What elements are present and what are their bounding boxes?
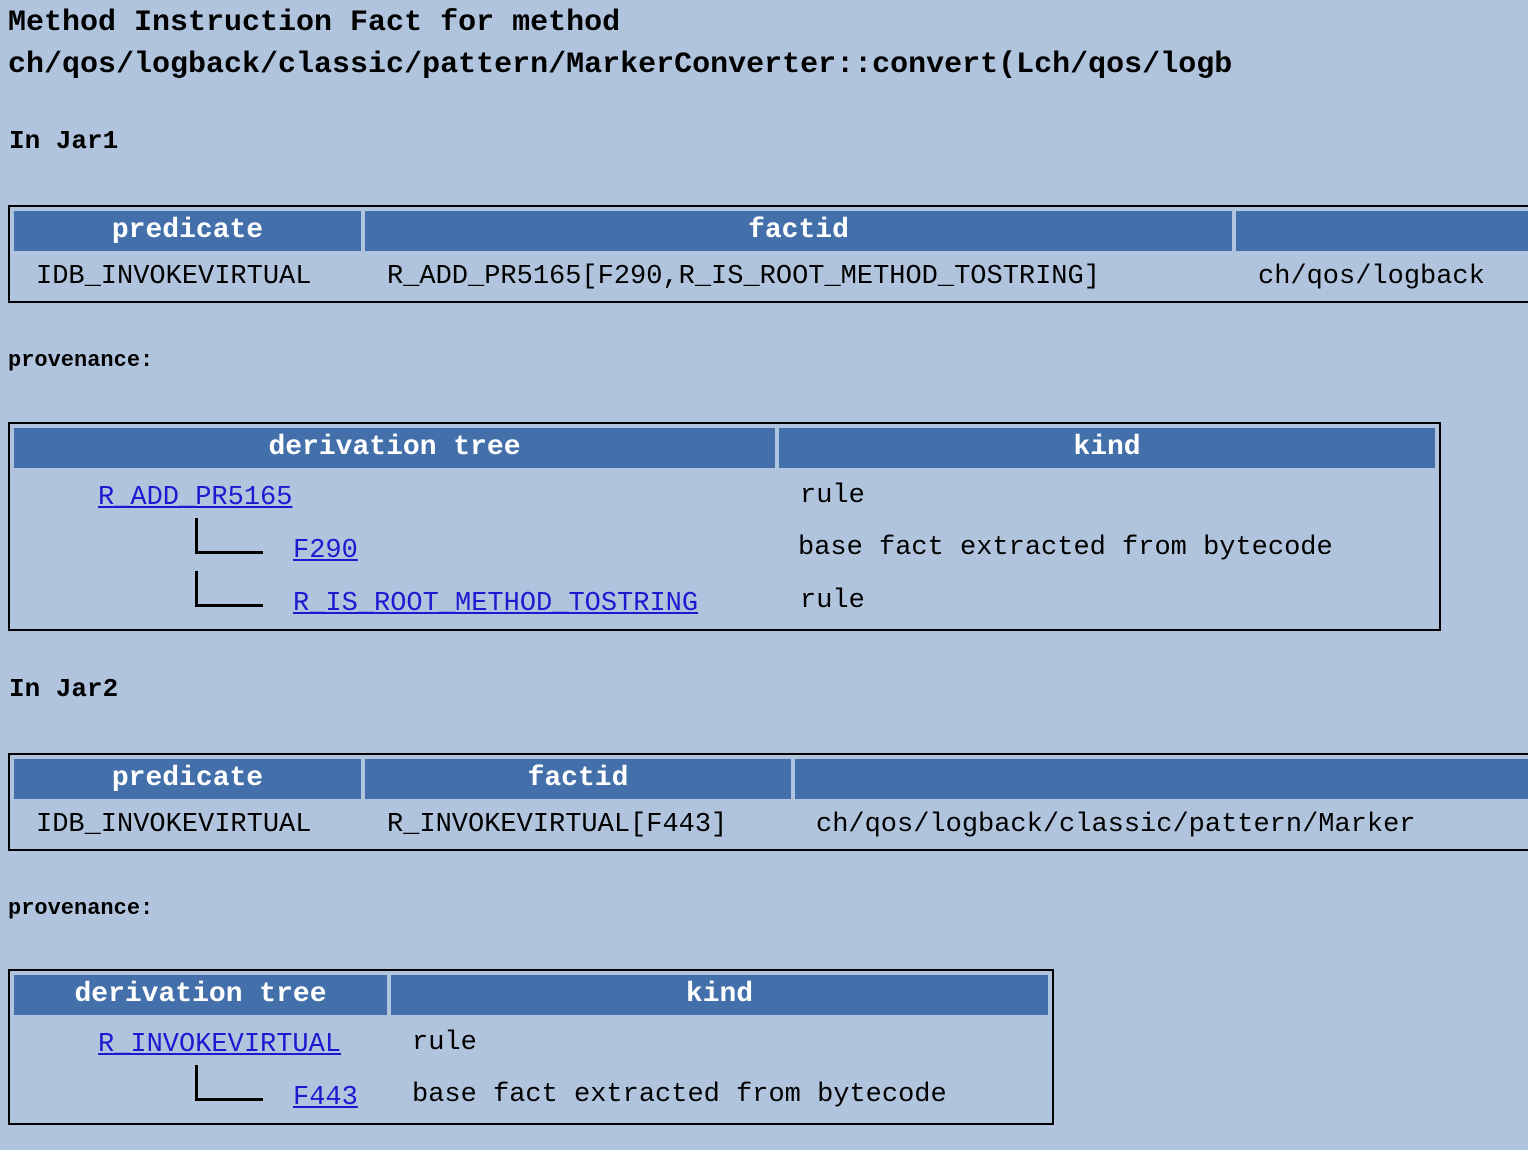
jar2-header-method [795,759,1528,799]
tree-node-kind: base fact extracted from bytecode [798,533,1333,563]
jar1-header-method [1236,211,1528,251]
page-title: Method Instruction Fact for method ch/qo… [8,2,1232,86]
page-title-line2: ch/qos/logback/classic/pattern/MarkerCon… [8,48,1233,82]
tree-node-link[interactable]: R_IS_ROOT_METHOD_TOSTRING [293,588,698,620]
tree-branch-connector [195,518,263,554]
jar1-header-kind: kind [779,428,1435,468]
jar1-provenance-table: derivation tree kind R_ADD_PR5165 rule F… [8,422,1441,631]
jar1-heading: In Jar1 [9,126,119,156]
jar1-header-derivation-tree: derivation tree [14,428,775,468]
jar2-cell-factid: R_INVOKEVIRTUAL[F443] [387,810,728,840]
page-title-line1: Method Instruction Fact for method [8,6,621,40]
jar2-header-predicate: predicate [14,759,361,799]
jar2-cell-predicate: IDB_INVOKEVIRTUAL [36,810,312,840]
jar2-provenance-table: derivation tree kind R_INVOKEVIRTUAL rul… [8,969,1054,1125]
jar2-header-derivation-tree: derivation tree [14,975,387,1015]
jar2-heading: In Jar2 [9,674,119,704]
jar2-fact-table: predicate factid IDB_INVOKEVIRTUAL R_INV… [8,753,1528,851]
tree-node-kind: rule [800,481,865,511]
jar1-cell-predicate: IDB_INVOKEVIRTUAL [36,262,312,292]
jar2-header-kind: kind [391,975,1048,1015]
tree-branch-connector [195,1065,263,1101]
jar2-provenance-label: provenance: [8,896,154,921]
jar1-header-predicate: predicate [14,211,361,251]
jar2-cell-method: ch/qos/logback/classic/pattern/Marker [816,810,1416,840]
tree-node-link[interactable]: R_ADD_PR5165 [98,482,292,514]
jar1-provenance-label: provenance: [8,348,154,373]
jar1-fact-table: predicate factid IDB_INVOKEVIRTUAL R_ADD… [8,205,1528,303]
tree-node-link[interactable]: F443 [293,1082,358,1114]
tree-node-kind: rule [412,1028,477,1058]
tree-node-kind: rule [800,586,865,616]
tree-branch-connector [195,571,263,607]
jar1-cell-method: ch/qos/logback [1258,262,1485,292]
tree-node-link[interactable]: F290 [293,535,358,567]
tree-node-link[interactable]: R_INVOKEVIRTUAL [98,1029,341,1061]
tree-node-kind: base fact extracted from bytecode [412,1080,947,1110]
jar1-cell-factid: R_ADD_PR5165[F290,R_IS_ROOT_METHOD_TOSTR… [387,262,1100,292]
jar2-header-factid: factid [365,759,791,799]
jar1-header-factid: factid [365,211,1232,251]
